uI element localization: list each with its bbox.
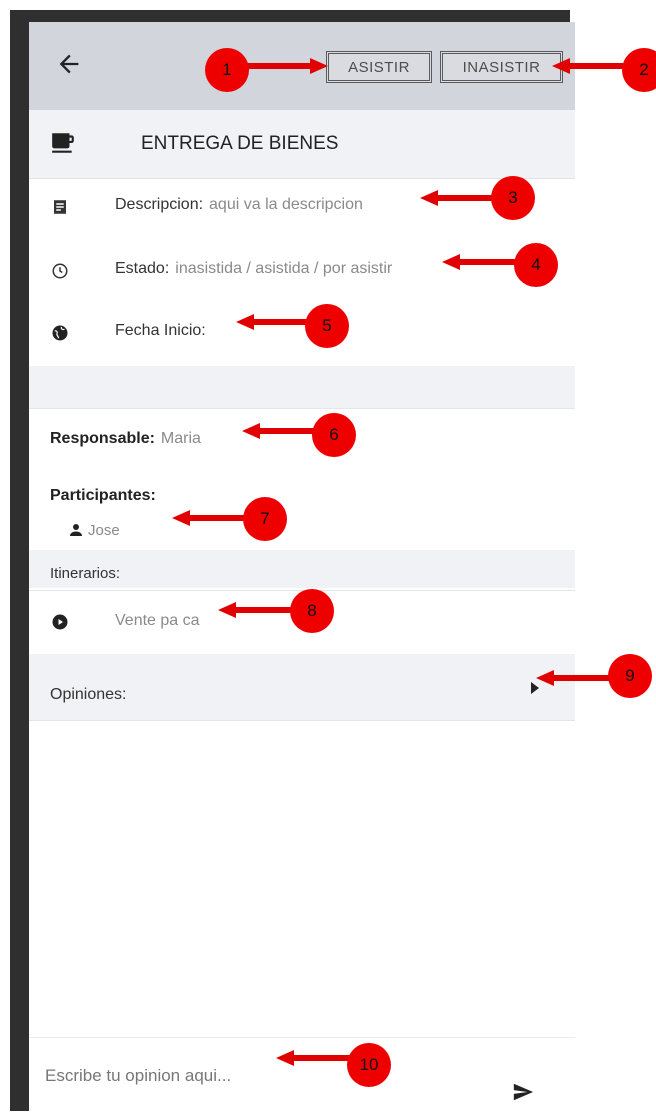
annotation-arrow bbox=[552, 58, 632, 74]
phone-frame: ASISTIR INASISTIR ENTREGA DE BIENES Desc… bbox=[10, 10, 575, 1112]
asistir-button[interactable]: ASISTIR bbox=[326, 51, 432, 83]
participant-name: Jose bbox=[88, 521, 120, 539]
descripcion-value: aqui va la descripcion bbox=[209, 196, 363, 213]
annotation-badge-6: 6 bbox=[312, 413, 356, 457]
annotation-arrow bbox=[242, 423, 318, 439]
event-header: ENTREGA DE BIENES bbox=[29, 110, 575, 179]
opiniones-toggle[interactable]: Opiniones: bbox=[29, 654, 575, 721]
annotation-badge-1: 1 bbox=[205, 48, 249, 92]
fecha-label: Fecha Inicio: bbox=[115, 322, 206, 339]
estado-value: inasistida / asistida / por asistir bbox=[175, 260, 393, 277]
app-screen: ASISTIR INASISTIR ENTREGA DE BIENES Desc… bbox=[29, 22, 575, 1112]
annotation-arrow bbox=[240, 58, 328, 74]
responsable-label: Responsable: bbox=[50, 430, 155, 447]
person-icon bbox=[70, 524, 82, 536]
itinerarios-label: Itinerarios: bbox=[50, 565, 121, 582]
itinerario-name: Vente pa ca bbox=[115, 612, 200, 629]
annotation-badge-3: 3 bbox=[491, 176, 535, 220]
annotation-arrow bbox=[218, 602, 296, 618]
opiniones-label: Opiniones: bbox=[50, 686, 127, 703]
arrow-left-icon[interactable] bbox=[55, 50, 83, 78]
annotation-badge-10: 10 bbox=[347, 1043, 391, 1087]
event-title: ENTREGA DE BIENES bbox=[141, 133, 339, 154]
estado-label: Estado: bbox=[115, 260, 170, 277]
annotation-badge-4: 4 bbox=[514, 243, 558, 287]
inasistir-button[interactable]: INASISTIR bbox=[440, 51, 563, 83]
opinion-input[interactable] bbox=[43, 1060, 477, 1092]
descripcion-label: Descripcion: bbox=[115, 196, 204, 213]
clock-icon bbox=[52, 263, 68, 279]
notes-icon bbox=[54, 200, 66, 214]
annotation-arrow bbox=[276, 1050, 352, 1066]
annotation-badge-2: 2 bbox=[622, 48, 656, 92]
annotation-badge-9: 9 bbox=[608, 654, 652, 698]
responsable-row: Responsable: Maria bbox=[50, 430, 201, 448]
coffee-icon bbox=[52, 133, 74, 153]
annotation-badge-7: 7 bbox=[243, 497, 287, 541]
annotation-badge-8: 8 bbox=[290, 589, 334, 633]
annotation-arrow bbox=[442, 254, 522, 270]
annotation-arrow bbox=[236, 314, 316, 330]
participant-item: Jose bbox=[67, 519, 120, 541]
annotation-arrow bbox=[536, 670, 616, 686]
annotation-badge-5: 5 bbox=[305, 304, 349, 348]
annotation-arrow bbox=[172, 510, 248, 526]
participantes-label: Participantes: bbox=[50, 487, 156, 504]
responsable-value: Maria bbox=[160, 430, 201, 447]
play-circle-icon bbox=[52, 614, 68, 630]
section-divider bbox=[29, 366, 575, 409]
globe-icon bbox=[52, 325, 68, 341]
send-icon[interactable] bbox=[512, 1081, 534, 1103]
